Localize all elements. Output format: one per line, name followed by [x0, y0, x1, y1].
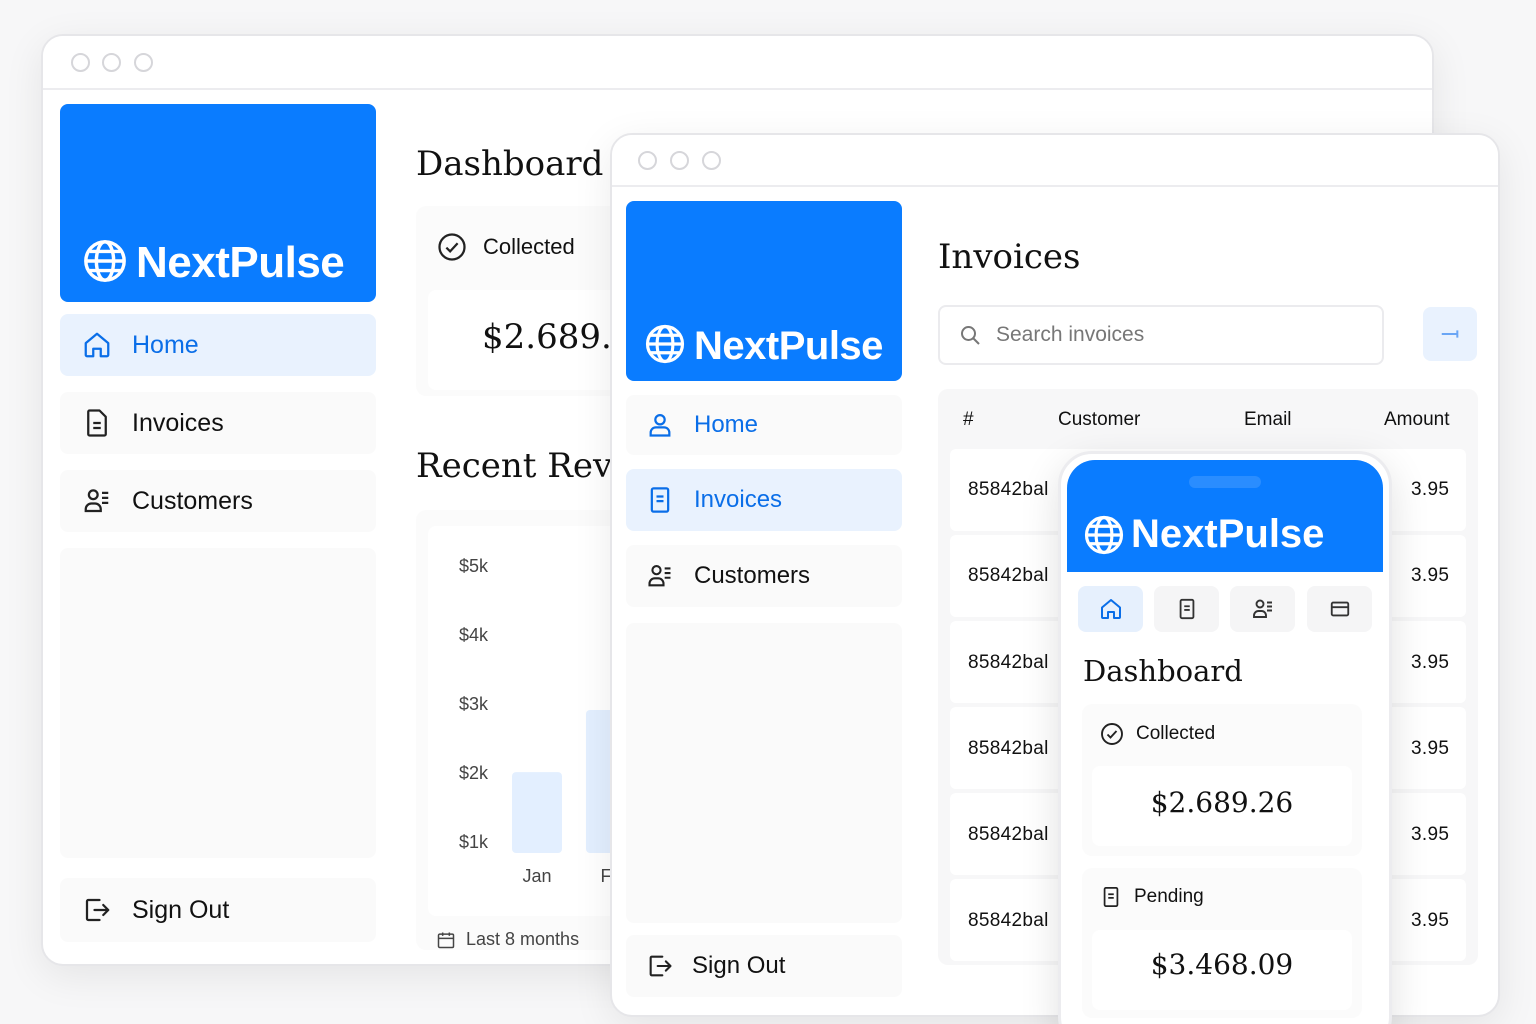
chart-bar[interactable] — [512, 772, 562, 853]
sidebar-item-label: Customers — [132, 486, 253, 515]
tab-billing[interactable] — [1307, 586, 1372, 632]
brand-name: NextPulse — [1131, 512, 1325, 556]
invoice-id: 85842bal — [968, 565, 1049, 586]
invoice-amount: 3.95 — [1411, 565, 1450, 586]
sidebar-item-home[interactable]: Home — [60, 314, 376, 376]
pending-card: Pending $3.468.09 — [1082, 868, 1362, 1018]
search-placeholder: Search invoices — [996, 323, 1145, 346]
collected-label: Collected — [483, 234, 575, 259]
sign-out-icon — [85, 898, 110, 922]
window-minimize-control[interactable] — [670, 151, 689, 170]
check-circle-icon — [438, 233, 466, 261]
column-header-number: # — [963, 409, 974, 430]
sign-out-label: Sign Out — [132, 895, 230, 924]
sidebar-item-label: Invoices — [132, 408, 224, 437]
y-tick-label: $3k — [459, 694, 489, 714]
tab-customers[interactable] — [1230, 586, 1295, 632]
create-invoice-button[interactable] — [1423, 307, 1477, 361]
sidebar-item-customers[interactable]: Customers — [60, 470, 376, 532]
user-icon — [649, 413, 671, 437]
document-icon — [87, 409, 107, 437]
invoice-amount: 3.95 — [1411, 910, 1450, 931]
invoice-amount: 3.95 — [1411, 738, 1450, 759]
mobile-device: NextPulse Dashboard Collected $2.689.26 … — [1058, 451, 1392, 1024]
window-titlebar — [612, 135, 1498, 187]
window-minimize-control[interactable] — [102, 53, 121, 72]
y-tick-label: $2k — [459, 763, 489, 783]
search-input[interactable]: Search invoices — [938, 305, 1384, 365]
sign-out-button[interactable]: Sign Out — [60, 878, 376, 942]
sidebar-item-label: Invoices — [694, 486, 783, 513]
pending-value: $3.468.09 — [1150, 948, 1294, 981]
page-title: Dashboard — [1083, 654, 1243, 688]
collected-card: Collected $2.689.26 — [1082, 704, 1362, 856]
y-tick-label: $1k — [459, 832, 489, 852]
invoice-amount: 3.95 — [1411, 479, 1450, 500]
pending-label: Pending — [1134, 886, 1204, 907]
window-maximize-control[interactable] — [134, 53, 153, 72]
globe-icon — [1084, 515, 1124, 554]
calendar-icon — [437, 932, 455, 948]
tab-invoices[interactable] — [1154, 586, 1219, 632]
sign-out-button[interactable]: Sign Out — [626, 935, 902, 997]
y-tick-label: $5k — [459, 556, 489, 576]
brand-logo[interactable]: NextPulse — [1083, 512, 1324, 557]
globe-icon — [84, 240, 126, 282]
globe-icon — [645, 324, 685, 364]
x-tick-label: Jan — [522, 866, 551, 886]
chart-footer-label: Last 8 months — [466, 929, 580, 949]
sign-out-icon — [649, 955, 672, 977]
column-header-email: Email — [1244, 409, 1292, 430]
y-tick-label: $4k — [459, 625, 489, 645]
column-header-amount: Amount — [1384, 409, 1450, 430]
window-titlebar — [43, 36, 1432, 90]
invoice-amount: 3.95 — [1411, 824, 1450, 845]
sidebar-item-customers[interactable]: Customers — [626, 545, 902, 607]
sidebar-item-label: Home — [132, 330, 199, 359]
brand-logo[interactable]: NextPulse — [60, 104, 376, 302]
sidebar-item-invoices[interactable]: Invoices — [626, 469, 902, 531]
phone-notch — [1189, 476, 1261, 488]
invoice-id: 85842bal — [968, 910, 1049, 931]
brand-logo[interactable]: NextPulse — [626, 201, 902, 381]
sidebar-item-label: Customers — [694, 562, 811, 589]
arrow-icon — [1441, 330, 1459, 338]
invoice-id: 85842bal — [968, 479, 1049, 500]
home-icon — [84, 332, 110, 358]
sign-out-label: Sign Out — [692, 952, 786, 979]
sidebar-item-label: Home — [694, 411, 759, 438]
sidebar-spacer — [60, 548, 376, 858]
sidebar-item-home[interactable]: Home — [626, 395, 902, 455]
collected-value: $2.689.26 — [1150, 786, 1294, 819]
home-icon — [1100, 599, 1121, 619]
column-header-customer: Customer — [1058, 409, 1141, 430]
invoice-id: 85842bal — [968, 824, 1049, 845]
mobile-header: NextPulse — [1067, 460, 1383, 572]
page-title: Dashboard — [416, 144, 604, 184]
check-circle-icon — [1101, 723, 1123, 745]
tab-home[interactable] — [1078, 586, 1143, 632]
window-close-control[interactable] — [71, 53, 90, 72]
chart-footer: Last 8 months — [436, 929, 579, 950]
window-maximize-control[interactable] — [702, 151, 721, 170]
invoice-amount: 3.95 — [1411, 652, 1450, 673]
card-icon — [1330, 601, 1349, 617]
invoice-id: 85842bal — [968, 738, 1049, 759]
users-icon — [84, 489, 109, 513]
invoice-id: 85842bal — [968, 652, 1049, 673]
document-icon — [650, 487, 670, 513]
document-icon — [1103, 886, 1119, 908]
users-icon — [648, 565, 671, 587]
sidebar-item-invoices[interactable]: Invoices — [60, 392, 376, 454]
users-icon — [1252, 599, 1272, 618]
document-icon — [1179, 598, 1194, 620]
window-close-control[interactable] — [638, 151, 657, 170]
brand-name: NextPulse — [694, 324, 883, 368]
page-title: Invoices — [938, 237, 1081, 277]
search-icon — [961, 326, 980, 345]
brand-name: NextPulse — [136, 238, 345, 287]
collected-label: Collected — [1136, 723, 1216, 744]
sidebar-spacer — [626, 623, 902, 923]
